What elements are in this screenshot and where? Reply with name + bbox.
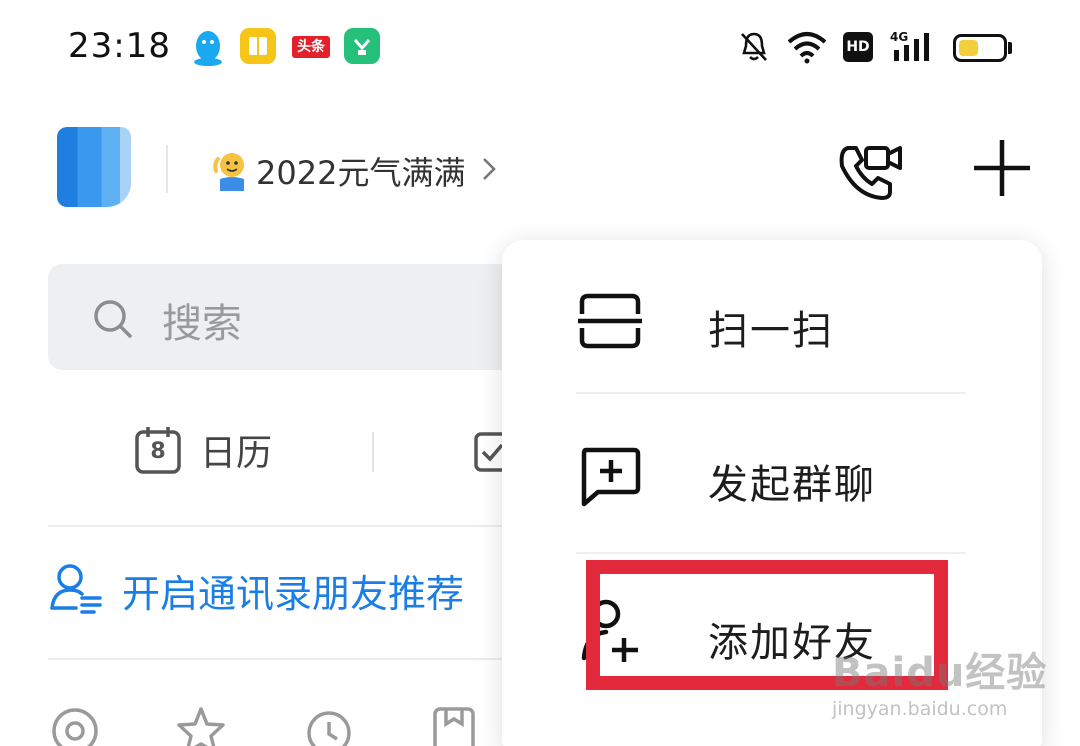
contacts-recommend-text: 开启通讯录朋友推荐	[122, 571, 465, 616]
plus-button[interactable]	[970, 136, 1034, 200]
baidu-watermark: Baidu经验 jingyan.baidu.com	[832, 640, 1048, 720]
green-shop-icon	[344, 28, 380, 64]
menu-item-label: 扫一扫	[708, 308, 834, 354]
battery-level	[959, 40, 978, 56]
mute-bell-icon	[738, 30, 770, 68]
status-time: 23:18	[68, 26, 171, 66]
qq-penguin-icon	[190, 28, 226, 66]
battery-icon	[953, 34, 1007, 62]
menu-item-group-chat[interactable]: 发起群聊	[502, 400, 1042, 550]
search-placeholder: 搜索	[162, 301, 242, 347]
watermark-brand: Baidu经验	[832, 650, 1048, 696]
plus-icon	[974, 140, 1030, 196]
personal-status-text: 2022元气满满	[256, 154, 466, 192]
menu-separator	[576, 552, 966, 554]
clock-icon[interactable]	[304, 706, 354, 746]
shortcut-calendar[interactable]: 8 日历	[134, 424, 272, 476]
contacts-person-icon	[48, 562, 104, 618]
divider-line	[48, 525, 568, 527]
status-bar: 23:18 头条 HD 4G	[0, 0, 1080, 96]
menu-item-label: 发起群聊	[708, 462, 876, 508]
at-icon[interactable]	[50, 706, 100, 746]
star-icon[interactable]	[176, 706, 226, 746]
calendar-day: 8	[150, 439, 166, 464]
search-icon	[92, 298, 134, 344]
bookmark-icon[interactable]	[432, 706, 476, 746]
menu-separator	[576, 392, 966, 394]
header-divider	[166, 145, 168, 193]
video-call-button[interactable]	[836, 142, 906, 202]
avatar[interactable]	[57, 127, 131, 207]
group-chat-icon	[578, 446, 642, 512]
battery-nub	[1008, 42, 1012, 54]
personal-status-link[interactable]: 2022元气满满	[210, 146, 497, 196]
menu-item-scan[interactable]: 扫一扫	[502, 246, 1042, 396]
divider-line	[48, 658, 568, 660]
toutiao-icon: 头条	[292, 36, 330, 58]
network-label: 4G	[890, 30, 909, 44]
4g-signal-icon: 4G	[890, 30, 936, 64]
chevron-right-icon	[481, 155, 497, 187]
contacts-recommend-banner[interactable]: 开启通讯录朋友推荐	[48, 562, 464, 618]
calendar-label: 日历	[200, 433, 273, 474]
calendar-icon: 8	[134, 425, 182, 475]
reader-book-icon	[240, 28, 276, 64]
shortcut-divider	[372, 432, 374, 472]
scan-icon	[578, 292, 642, 354]
waving-person-emoji	[210, 149, 254, 193]
video-call-icon	[839, 146, 902, 200]
hd-icon: HD	[843, 32, 873, 62]
watermark-url: jingyan.baidu.com	[832, 698, 1008, 720]
wifi-icon	[786, 30, 828, 68]
